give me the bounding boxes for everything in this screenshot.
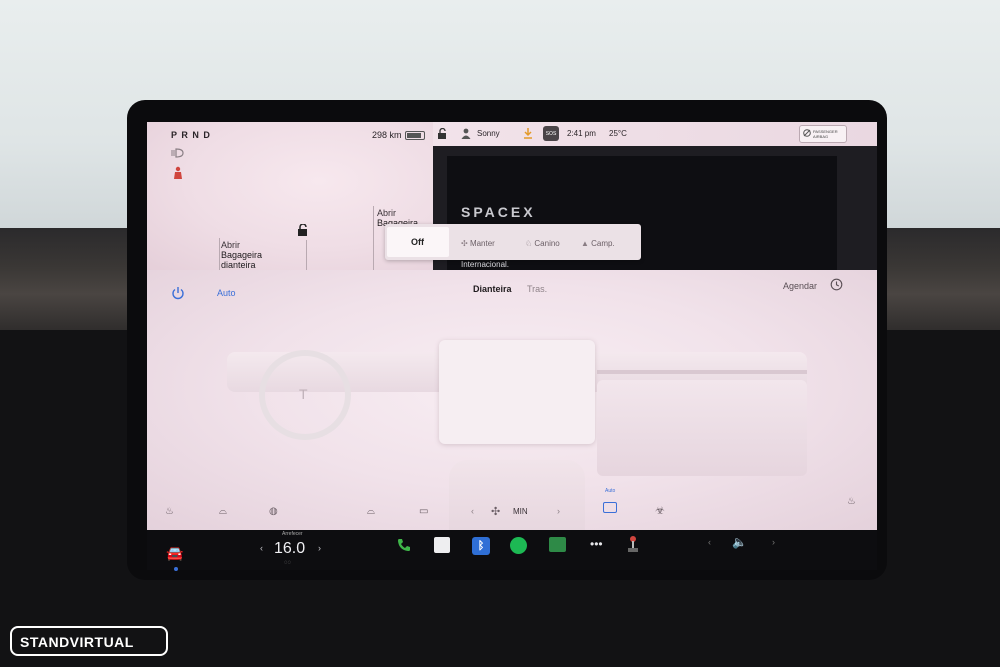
tab-front[interactable]: Dianteira <box>473 284 512 294</box>
tab-rear[interactable]: Tras. <box>527 284 547 294</box>
clock-icon[interactable] <box>830 278 843 291</box>
mode-camp-button[interactable]: ▲ Camp. <box>581 233 615 251</box>
headlight-icon <box>171 148 185 158</box>
dog-icon: ♘ <box>525 239 535 248</box>
active-dot <box>174 567 178 571</box>
tesla-logo-icon: T <box>299 386 308 402</box>
climate-panel: Auto Dianteira Tras. Agendar T ♨ ⌓ ◍ ⌓ ▭… <box>147 270 877 530</box>
bioweapon-mode-icon[interactable]: ☣ <box>655 504 665 517</box>
fan-decrease-chevron-icon[interactable]: ‹ <box>471 506 474 516</box>
mode-camp-label: Camp. <box>591 239 615 248</box>
volume-icon[interactable]: 🔈 <box>732 535 747 549</box>
seat-icon-small: ◌◌ <box>284 560 292 566</box>
seatbelt-warning-icon <box>172 166 184 180</box>
windscreen-wiper-heat-icon[interactable]: ▭ <box>419 506 428 517</box>
sos-button[interactable]: SOS <box>543 126 559 141</box>
range-readout: 298 km <box>372 130 402 140</box>
watermark-logo: STANDVIRTUAL <box>10 626 168 656</box>
bluetooth-icon[interactable]: ᛒ <box>472 537 490 555</box>
power-icon[interactable] <box>171 286 185 300</box>
media-logo: SPACEX <box>461 204 536 220</box>
touchscreen: P R N D 298 km Abrir Bagageira dianteira… <box>147 122 877 570</box>
mode-off-button[interactable]: Off <box>387 227 449 257</box>
calendar-icon[interactable] <box>434 537 450 553</box>
photos-app-icon[interactable] <box>549 537 566 552</box>
schedule-button[interactable]: Agendar <box>783 281 817 291</box>
airbag-icon <box>803 129 811 137</box>
user-icon[interactable] <box>461 128 471 139</box>
frunk-label-line1: Abrir <box>221 240 241 250</box>
temp-increase-chevron-icon[interactable]: › <box>318 543 321 553</box>
auto-button[interactable]: Auto <box>217 288 236 298</box>
air-vent-strip <box>597 370 807 374</box>
download-update-icon[interactable] <box>523 127 533 139</box>
passenger-airbag-indicator: PASSENGER AIRBAG <box>799 125 847 143</box>
taskbar: 🚘 ‹ Arrefecer 16.0 ◌◌ › ᛒ ••• ‹ 🔈 › <box>0 405 1000 571</box>
joystick-arcade-icon[interactable] <box>627 535 639 553</box>
rear-defrost-icon[interactable]: ⌓ <box>367 506 375 517</box>
passenger-seat-heat-icon[interactable]: ♨ <box>847 496 856 507</box>
mode-off-label: Off <box>411 237 424 247</box>
mode-keep-label: Manter <box>469 239 495 248</box>
more-apps-icon[interactable]: ••• <box>590 537 603 551</box>
media-subtitle: Internacional. <box>461 260 510 269</box>
car-icon[interactable]: 🚘 <box>166 545 183 562</box>
clock: 2:41 pm <box>567 129 596 138</box>
outside-temp: 25°C <box>609 129 627 138</box>
watermark-text: STANDVIRTUAL <box>20 634 134 650</box>
cabin-divider <box>306 240 307 270</box>
frunk-divider <box>219 238 220 270</box>
fan-increase-chevron-icon[interactable]: › <box>557 506 560 516</box>
climate-mode-popup: Off ✣ Manter ♘ Canino ▲ Camp. <box>385 224 641 260</box>
mode-dog-button[interactable]: ♘ Canino <box>525 233 560 251</box>
gear-indicator: P R N D <box>171 130 211 140</box>
frunk-label-line3: dianteira <box>221 260 256 270</box>
fan-icon: ✣ <box>491 506 501 518</box>
recirc-auto-label: Auto <box>605 488 616 494</box>
lock-status-icon[interactable] <box>437 128 447 140</box>
battery-icon <box>405 131 425 140</box>
status-bar: Sonny SOS 2:41 pm 25°C PASSENGER AIRBAG <box>433 122 877 146</box>
mode-keep-button[interactable]: ✣ Manter <box>461 233 495 251</box>
trunk-divider <box>373 206 374 270</box>
console-illustration <box>449 460 585 530</box>
volume-down-chevron-icon[interactable]: ‹ <box>708 537 711 547</box>
phone-icon[interactable] <box>396 537 412 553</box>
steering-heat-icon[interactable]: ◍ <box>269 506 278 517</box>
cabin-temp-value[interactable]: 16.0 <box>274 540 305 558</box>
volume-up-chevron-icon[interactable]: › <box>772 537 775 547</box>
user-name[interactable]: Sonny <box>477 129 500 138</box>
frunk-label-line2: Bagageira <box>221 250 263 260</box>
fan-small-icon: ✣ <box>461 239 470 248</box>
fan-speed-value: MIN <box>513 507 528 516</box>
trunk-label-line1: Abrir <box>377 208 397 218</box>
temp-mode-label: Arrefecer <box>282 531 303 537</box>
airbag-label: PASSENGER AIRBAG <box>813 129 838 139</box>
driver-seat-heat-icon[interactable]: ♨ <box>165 506 174 517</box>
mode-dog-label: Canino <box>534 239 560 248</box>
front-defrost-icon[interactable]: ⌓ <box>219 506 227 517</box>
open-frunk-button[interactable]: Abrir Bagageira dianteira <box>221 240 262 270</box>
temp-decrease-chevron-icon[interactable]: ‹ <box>260 543 263 553</box>
recirculation-icon[interactable] <box>603 502 617 513</box>
spotify-icon[interactable] <box>510 537 527 554</box>
unlock-icon[interactable] <box>297 224 309 236</box>
camp-icon: ▲ <box>581 239 592 248</box>
